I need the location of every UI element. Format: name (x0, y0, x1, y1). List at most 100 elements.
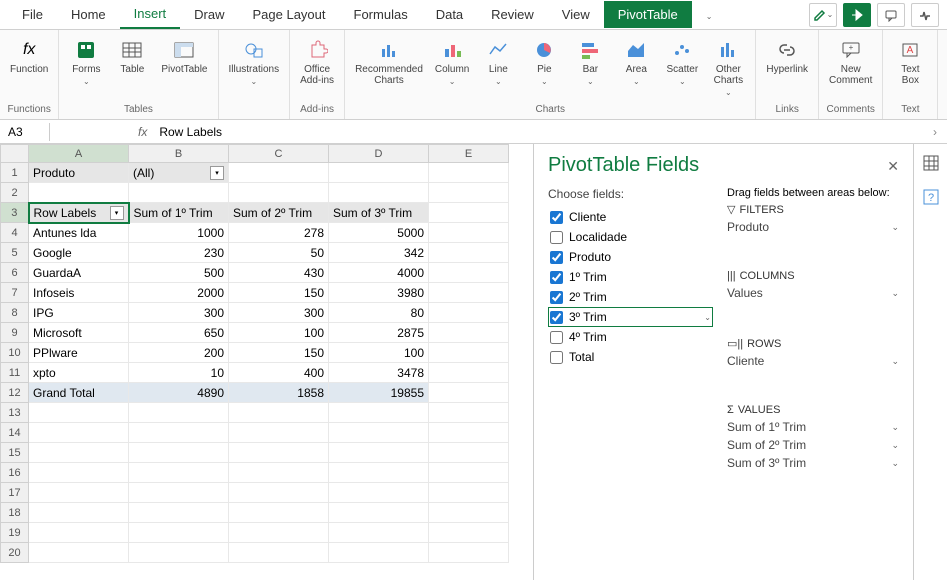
cell-A6[interactable]: GuardaA (29, 263, 129, 283)
filters-area[interactable]: ▽FILTERS Produto⌄ (727, 203, 899, 258)
field-item-1º-trim[interactable]: 1º Trim (548, 267, 713, 287)
cell-C5[interactable]: 50 (229, 243, 329, 263)
row-header-7[interactable]: 7 (1, 283, 29, 303)
other-charts-button[interactable]: Other Charts⌄ (707, 36, 749, 99)
pie-chart-button[interactable]: Pie⌄ (523, 36, 565, 88)
cell-B12[interactable]: 4890 (129, 383, 229, 403)
pivottable-button[interactable]: PivotTable (157, 36, 211, 77)
cell-D10[interactable]: 100 (329, 343, 429, 363)
cell-B4[interactable]: 1000 (129, 223, 229, 243)
cell-C6[interactable]: 430 (229, 263, 329, 283)
spreadsheet-grid[interactable]: ABCDE1Produto(All)▾23Row Labels▾Sum of 1… (0, 144, 533, 580)
cell-C3[interactable]: Sum of 2º Trim (229, 203, 329, 223)
field-checkbox[interactable] (550, 291, 563, 304)
field-item-total[interactable]: Total (548, 347, 713, 367)
tab-insert[interactable]: Insert (120, 0, 181, 29)
row-header-8[interactable]: 8 (1, 303, 29, 323)
field-checkbox[interactable] (550, 251, 563, 264)
row-header-20[interactable]: 20 (1, 543, 29, 563)
field-item-cliente[interactable]: Cliente (548, 207, 713, 227)
close-pane-button[interactable]: ✕ (887, 158, 899, 175)
row-header-1[interactable]: 1 (1, 163, 29, 183)
field-item-localidade[interactable]: Localidade (548, 227, 713, 247)
cell-B1[interactable]: (All)▾ (129, 163, 229, 183)
row-header-3[interactable]: 3 (1, 203, 29, 223)
field-checkbox[interactable] (550, 271, 563, 284)
cell-A7[interactable]: Infoseis (29, 283, 129, 303)
field-checkbox[interactable] (550, 211, 563, 224)
comments-button[interactable] (877, 3, 905, 27)
sidebar-help-icon[interactable]: ? (920, 186, 942, 208)
row-header-9[interactable]: 9 (1, 323, 29, 343)
cell-B9[interactable]: 650 (129, 323, 229, 343)
cell-D5[interactable]: 342 (329, 243, 429, 263)
name-box[interactable]: A3 (0, 123, 50, 141)
cell-D7[interactable]: 3980 (329, 283, 429, 303)
columns-area[interactable]: |||COLUMNS Values⌄ (727, 270, 899, 325)
filter-dropdown-icon[interactable]: ▾ (210, 166, 224, 180)
col-header-C[interactable]: C (229, 145, 329, 163)
tab-review[interactable]: Review (477, 1, 548, 28)
addins-button[interactable]: Office Add-ins (296, 36, 338, 88)
tab-page-layout[interactable]: Page Layout (239, 1, 340, 28)
cell-A10[interactable]: PPlware (29, 343, 129, 363)
cell-D6[interactable]: 4000 (329, 263, 429, 283)
field-item-produto[interactable]: Produto (548, 247, 713, 267)
cell-B8[interactable]: 300 (129, 303, 229, 323)
col-header-E[interactable]: E (429, 145, 509, 163)
recommended-charts-button[interactable]: Recommended Charts (351, 36, 427, 88)
cell-C12[interactable]: 1858 (229, 383, 329, 403)
edit-button[interactable]: ⌄ (809, 3, 837, 27)
cell-D4[interactable]: 5000 (329, 223, 429, 243)
tab-pivottable[interactable]: PivotTable (604, 1, 692, 28)
cell-D11[interactable]: 3478 (329, 363, 429, 383)
expand-chevron-icon[interactable]: › (923, 125, 947, 139)
col-header-A[interactable]: A (29, 145, 129, 163)
col-header-B[interactable]: B (129, 145, 229, 163)
cell-C10[interactable]: 150 (229, 343, 329, 363)
row-header-12[interactable]: 12 (1, 383, 29, 403)
hyperlink-button[interactable]: Hyperlink (762, 36, 812, 77)
tab-data[interactable]: Data (422, 1, 477, 28)
tab-file[interactable]: File (8, 1, 57, 28)
row-header-13[interactable]: 13 (1, 403, 29, 423)
field-checkbox[interactable] (550, 351, 563, 364)
rows-area[interactable]: ▭||ROWS Cliente⌄ (727, 337, 899, 392)
column-chart-button[interactable]: Column⌄ (431, 36, 473, 88)
row-header-11[interactable]: 11 (1, 363, 29, 383)
cell-B10[interactable]: 200 (129, 343, 229, 363)
tab-view[interactable]: View (548, 1, 604, 28)
new-comment-button[interactable]: + New Comment (825, 36, 876, 88)
cell-D8[interactable]: 80 (329, 303, 429, 323)
row-header-10[interactable]: 10 (1, 343, 29, 363)
row-header-4[interactable]: 4 (1, 223, 29, 243)
cell-D9[interactable]: 2875 (329, 323, 429, 343)
fx-icon[interactable]: fx (130, 125, 155, 139)
cell-A11[interactable]: xpto (29, 363, 129, 383)
activity-button[interactable] (911, 3, 939, 27)
function-button[interactable]: fx Function (6, 36, 52, 77)
cell-C7[interactable]: 150 (229, 283, 329, 303)
row-header-5[interactable]: 5 (1, 243, 29, 263)
bar-chart-button[interactable]: Bar⌄ (569, 36, 611, 88)
rowlabels-dropdown-icon[interactable]: ▾ (110, 206, 124, 220)
tab-home[interactable]: Home (57, 1, 120, 28)
cell-C11[interactable]: 400 (229, 363, 329, 383)
cell-D12[interactable]: 19855 (329, 383, 429, 403)
values-area[interactable]: ΣVALUES Sum of 1º Trim⌄ Sum of 2º Trim⌄ … (727, 404, 899, 472)
row-header-17[interactable]: 17 (1, 483, 29, 503)
illustrations-button[interactable]: Illustrations⌄ (225, 36, 284, 88)
cell-A5[interactable]: Google (29, 243, 129, 263)
field-checkbox[interactable] (550, 331, 563, 344)
cell-B11[interactable]: 10 (129, 363, 229, 383)
field-item-2º-trim[interactable]: 2º Trim (548, 287, 713, 307)
row-header-2[interactable]: 2 (1, 183, 29, 203)
scatter-chart-button[interactable]: Scatter⌄ (661, 36, 703, 88)
field-checkbox[interactable] (550, 231, 563, 244)
share-button[interactable] (843, 3, 871, 27)
cell-A9[interactable]: Microsoft (29, 323, 129, 343)
row-header-19[interactable]: 19 (1, 523, 29, 543)
col-header-D[interactable]: D (329, 145, 429, 163)
cell-B3[interactable]: Sum of 1º Trim (129, 203, 229, 223)
field-checkbox[interactable] (550, 311, 563, 324)
